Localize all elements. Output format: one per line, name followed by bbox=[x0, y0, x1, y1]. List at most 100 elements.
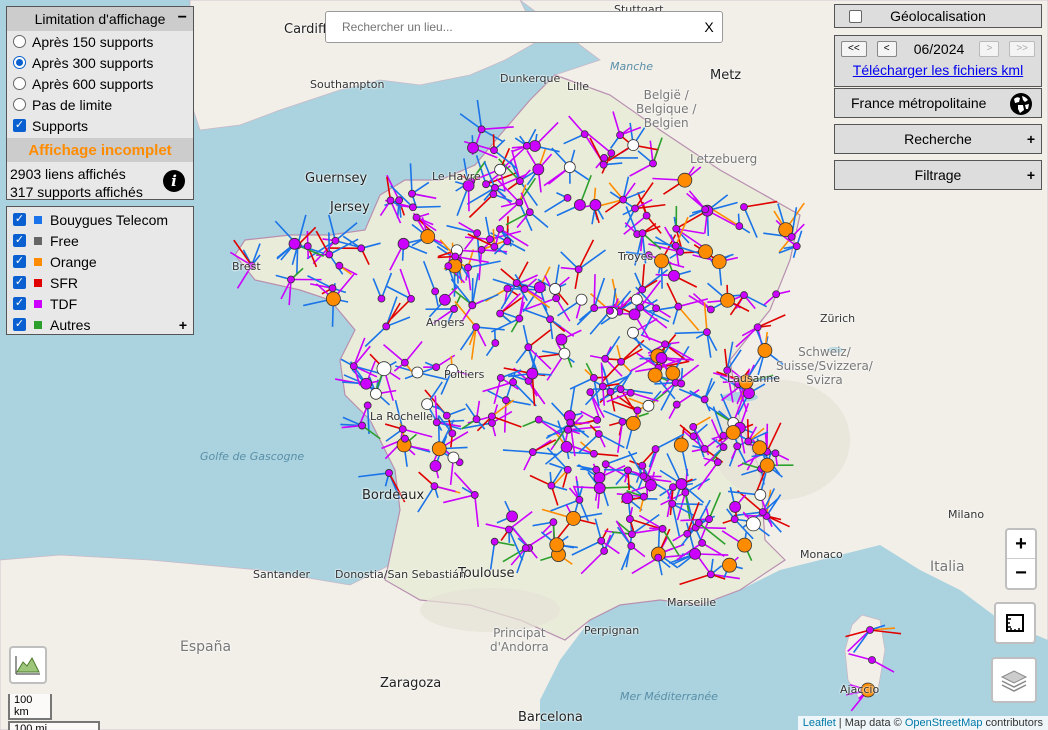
support-marker[interactable] bbox=[675, 478, 688, 490]
support-marker[interactable] bbox=[743, 387, 755, 400]
limit-option-150[interactable]: Après 150 supports bbox=[7, 31, 193, 52]
support-marker[interactable] bbox=[573, 199, 586, 211]
support-marker[interactable] bbox=[574, 265, 583, 274]
support-marker[interactable] bbox=[482, 180, 490, 189]
support-marker[interactable] bbox=[462, 179, 475, 192]
support-marker[interactable] bbox=[450, 305, 458, 313]
support-marker[interactable] bbox=[563, 194, 572, 202]
support-marker[interactable] bbox=[645, 479, 657, 492]
support-marker[interactable] bbox=[370, 387, 382, 400]
support-marker[interactable] bbox=[400, 358, 409, 367]
expand-icon[interactable]: + bbox=[1027, 131, 1035, 147]
support-marker[interactable] bbox=[674, 302, 683, 311]
support-marker[interactable] bbox=[331, 236, 340, 245]
radio-button[interactable] bbox=[13, 35, 26, 48]
support-marker[interactable] bbox=[566, 511, 581, 526]
support-marker[interactable] bbox=[395, 196, 404, 205]
support-marker[interactable] bbox=[744, 437, 753, 446]
zoom-in-button[interactable]: + bbox=[1007, 530, 1035, 559]
first-date-button[interactable]: << bbox=[841, 41, 867, 57]
support-marker[interactable] bbox=[592, 465, 601, 474]
support-marker[interactable] bbox=[516, 177, 524, 185]
support-marker[interactable] bbox=[438, 293, 451, 306]
support-marker[interactable] bbox=[472, 323, 480, 331]
support-marker[interactable] bbox=[566, 418, 575, 427]
operator-orange[interactable]: ✓ Orange bbox=[7, 251, 193, 272]
support-marker[interactable] bbox=[491, 339, 500, 347]
support-marker[interactable] bbox=[490, 242, 499, 251]
support-marker[interactable] bbox=[451, 252, 460, 261]
support-marker[interactable] bbox=[487, 412, 496, 421]
support-marker[interactable] bbox=[655, 352, 668, 364]
support-marker[interactable] bbox=[590, 449, 598, 458]
support-marker[interactable] bbox=[725, 425, 741, 440]
support-marker[interactable] bbox=[412, 213, 421, 222]
support-marker[interactable] bbox=[488, 419, 496, 427]
support-marker[interactable] bbox=[627, 542, 636, 550]
support-marker[interactable] bbox=[398, 425, 407, 434]
support-marker[interactable] bbox=[486, 235, 494, 244]
checkbox[interactable]: ✓ bbox=[13, 297, 26, 310]
supports-toggle[interactable]: ✓ Supports bbox=[7, 115, 193, 136]
support-marker[interactable] bbox=[444, 262, 453, 271]
support-marker[interactable] bbox=[703, 328, 711, 337]
checkbox[interactable]: ✓ bbox=[13, 255, 26, 268]
support-marker[interactable] bbox=[638, 229, 647, 238]
support-marker[interactable] bbox=[771, 449, 780, 458]
support-marker[interactable] bbox=[593, 482, 606, 494]
support-marker[interactable] bbox=[658, 524, 667, 533]
support-marker[interactable] bbox=[677, 172, 693, 188]
support-marker[interactable] bbox=[593, 416, 602, 424]
support-marker[interactable] bbox=[689, 547, 701, 560]
support-marker[interactable] bbox=[639, 472, 648, 481]
prev-date-button[interactable]: < bbox=[876, 41, 897, 57]
support-marker[interactable] bbox=[652, 304, 661, 313]
support-marker[interactable] bbox=[397, 237, 410, 250]
support-marker[interactable] bbox=[512, 279, 521, 287]
support-marker[interactable] bbox=[600, 153, 609, 162]
support-marker[interactable] bbox=[701, 205, 710, 214]
support-marker[interactable] bbox=[624, 466, 632, 475]
checkbox[interactable] bbox=[849, 10, 862, 23]
support-marker[interactable] bbox=[621, 492, 634, 505]
support-marker[interactable] bbox=[528, 448, 537, 456]
support-marker[interactable] bbox=[382, 322, 391, 331]
support-marker[interactable] bbox=[738, 374, 754, 390]
support-marker[interactable] bbox=[430, 482, 439, 491]
support-marker[interactable] bbox=[526, 367, 539, 380]
info-icon[interactable]: i bbox=[163, 170, 185, 192]
support-marker[interactable] bbox=[489, 190, 498, 199]
support-marker[interactable] bbox=[860, 682, 876, 698]
expand-icon[interactable]: + bbox=[1027, 167, 1035, 183]
support-marker[interactable] bbox=[654, 253, 669, 269]
support-marker[interactable] bbox=[358, 421, 366, 430]
support-marker[interactable] bbox=[575, 495, 584, 504]
support-marker[interactable] bbox=[563, 465, 572, 474]
support-marker[interactable] bbox=[689, 422, 698, 431]
support-marker[interactable] bbox=[649, 159, 657, 168]
support-marker[interactable] bbox=[411, 366, 424, 379]
support-marker[interactable] bbox=[713, 458, 722, 467]
support-marker[interactable] bbox=[525, 208, 534, 217]
support-marker[interactable] bbox=[472, 415, 481, 424]
radio-button[interactable] bbox=[13, 56, 26, 69]
support-marker[interactable] bbox=[247, 261, 256, 270]
support-marker[interactable] bbox=[533, 281, 546, 294]
support-marker[interactable] bbox=[683, 529, 692, 538]
checkbox[interactable]: ✓ bbox=[13, 318, 26, 331]
region-selector[interactable]: France métropolitaine bbox=[834, 88, 1042, 118]
support-marker[interactable] bbox=[719, 443, 728, 451]
support-marker[interactable] bbox=[745, 516, 761, 532]
osm-link[interactable]: OpenStreetMap bbox=[905, 717, 983, 729]
support-marker[interactable] bbox=[630, 293, 643, 306]
support-marker[interactable] bbox=[558, 347, 571, 360]
support-marker[interactable] bbox=[431, 287, 440, 296]
support-marker[interactable] bbox=[496, 309, 505, 318]
radio-button[interactable] bbox=[13, 98, 26, 111]
support-marker[interactable] bbox=[616, 385, 625, 393]
support-marker[interactable] bbox=[792, 242, 801, 251]
support-marker[interactable] bbox=[325, 291, 341, 307]
support-marker[interactable] bbox=[491, 183, 499, 192]
support-marker[interactable] bbox=[758, 508, 767, 516]
support-marker[interactable] bbox=[593, 471, 606, 484]
